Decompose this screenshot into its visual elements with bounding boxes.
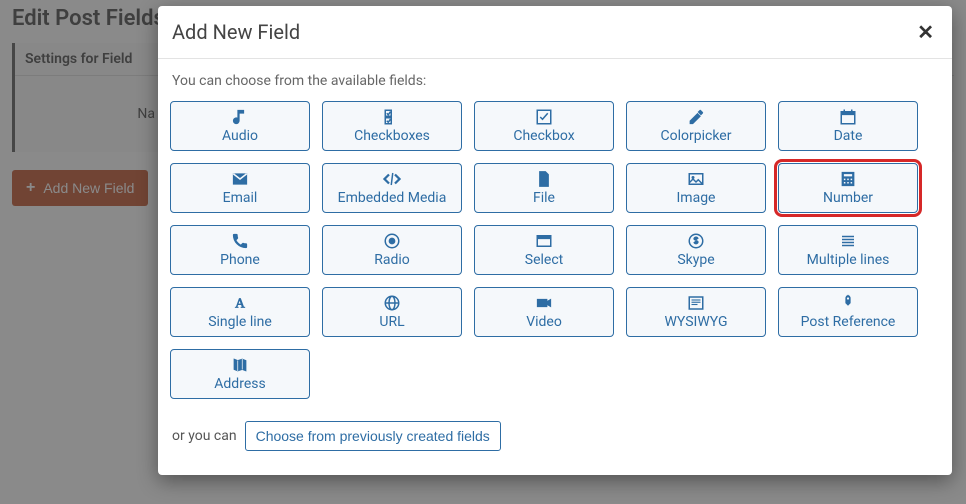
previously-created-prefix: or you can [172, 428, 237, 444]
date-icon [839, 107, 857, 127]
field-type-label: Select [525, 253, 563, 268]
field-type-label: Checkbox [513, 129, 574, 144]
field-type-label: Address [214, 377, 265, 392]
field-type-label: Email [223, 191, 258, 206]
field-type-label: Phone [220, 253, 260, 268]
phone-icon [231, 231, 249, 251]
field-type-label: Checkboxes [354, 129, 430, 144]
field-type-label: Radio [374, 253, 410, 268]
field-type-address[interactable]: Address [170, 349, 310, 399]
field-type-label: WYSIWYG [664, 315, 727, 330]
field-type-date[interactable]: Date [778, 101, 918, 151]
svg-text:A: A [235, 296, 245, 311]
field-type-checkbox[interactable]: Checkbox [474, 101, 614, 151]
colorpicker-icon [687, 107, 705, 127]
field-type-label: Single line [208, 315, 272, 330]
previously-created-row: or you can Choose from previously create… [172, 421, 938, 451]
field-type-label: Colorpicker [661, 129, 732, 144]
field-type-label: Date [834, 129, 863, 144]
field-type-post-reference[interactable]: Post Reference [778, 287, 918, 337]
modal-body: You can choose from the available fields… [158, 59, 952, 475]
field-type-number[interactable]: Number [778, 163, 918, 213]
address-icon [231, 355, 249, 375]
skype-icon [687, 231, 705, 251]
field-type-video[interactable]: Video [474, 287, 614, 337]
checkboxes-icon [383, 107, 401, 127]
field-type-url[interactable]: URL [322, 287, 462, 337]
post-reference-icon [839, 293, 857, 313]
field-type-single-line[interactable]: A Single line [170, 287, 310, 337]
radio-icon [383, 231, 401, 251]
field-type-label: Skype [677, 253, 714, 268]
audio-icon [231, 107, 249, 127]
file-icon [535, 169, 553, 189]
field-type-label: File [533, 191, 555, 206]
field-type-grid: Audio Checkboxes Checkbox Colorpicker Date Em… [164, 101, 946, 399]
field-type-file[interactable]: File [474, 163, 614, 213]
field-type-label: Post Reference [801, 315, 896, 330]
field-type-label: URL [379, 315, 404, 330]
modal-header: Add New Field ✕ [158, 6, 952, 59]
field-type-colorpicker[interactable]: Colorpicker [626, 101, 766, 151]
select-icon [535, 231, 553, 251]
url-icon [383, 293, 401, 313]
wysiwyg-icon [687, 293, 705, 313]
field-type-radio[interactable]: Radio [322, 225, 462, 275]
field-type-label: Image [677, 191, 716, 206]
single-line-icon: A [231, 293, 249, 313]
number-icon [839, 169, 857, 189]
multiple-lines-icon [839, 231, 857, 251]
modal-title: Add New Field [172, 20, 300, 44]
field-type-phone[interactable]: Phone [170, 225, 310, 275]
field-type-wysiwyg[interactable]: WYSIWYG [626, 287, 766, 337]
field-type-label: Number [823, 191, 873, 206]
video-icon [535, 293, 553, 313]
field-type-skype[interactable]: Skype [626, 225, 766, 275]
field-type-label: Embedded Media [338, 191, 447, 206]
field-type-label: Video [526, 315, 562, 330]
modal-intro-text: You can choose from the available fields… [172, 73, 946, 89]
field-type-embedded-media[interactable]: Embedded Media [322, 163, 462, 213]
field-type-audio[interactable]: Audio [170, 101, 310, 151]
field-type-label: Audio [222, 129, 258, 144]
field-type-label: Multiple lines [807, 253, 890, 268]
email-icon [231, 169, 249, 189]
image-icon [687, 169, 705, 189]
field-type-image[interactable]: Image [626, 163, 766, 213]
field-type-checkboxes[interactable]: Checkboxes [322, 101, 462, 151]
choose-previously-created-button[interactable]: Choose from previously created fields [245, 421, 501, 451]
embedded-media-icon [383, 169, 401, 189]
field-type-multiple-lines[interactable]: Multiple lines [778, 225, 918, 275]
add-new-field-modal: Add New Field ✕ You can choose from the … [158, 6, 952, 475]
field-type-email[interactable]: Email [170, 163, 310, 213]
checkbox-icon [535, 107, 553, 127]
field-type-select[interactable]: Select [474, 225, 614, 275]
close-icon[interactable]: ✕ [917, 22, 934, 42]
